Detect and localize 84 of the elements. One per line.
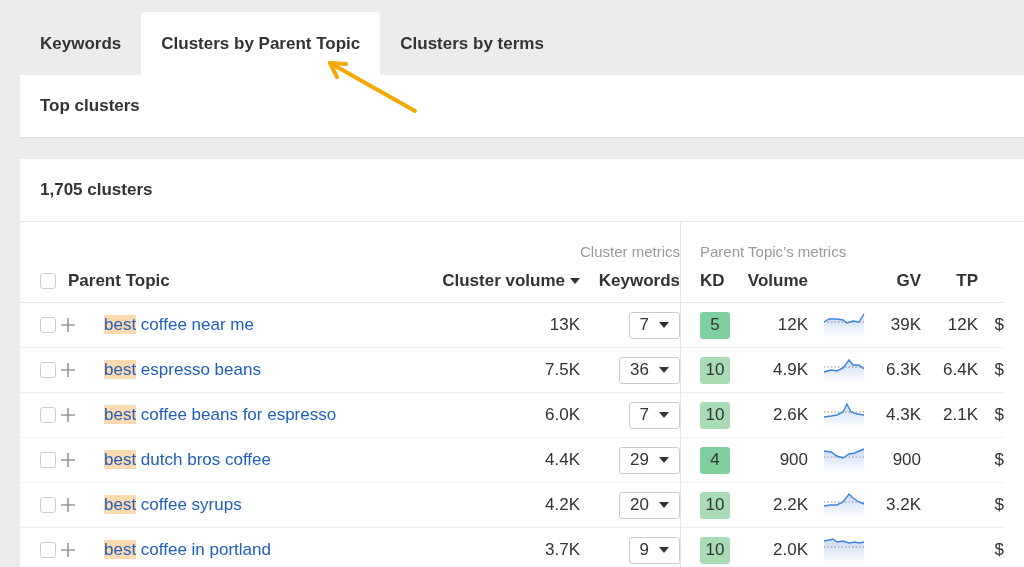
table-cell: $ — [994, 540, 1004, 560]
table-cell: 3.2K — [886, 495, 921, 515]
table-cell: 2.2K — [773, 495, 808, 515]
column-header[interactable]: KD — [700, 271, 725, 291]
checkbox[interactable] — [40, 452, 56, 468]
sparkline — [823, 357, 865, 383]
column-header[interactable]: GV — [896, 271, 921, 291]
checkbox[interactable] — [40, 362, 56, 378]
caret-icon — [659, 412, 669, 418]
table-cell: $ — [994, 315, 1004, 335]
checkbox[interactable] — [40, 317, 56, 333]
table-cell: 3.7K — [545, 540, 580, 560]
difficulty-badge: 5 — [700, 311, 730, 339]
table-cell: 4.3K — [886, 405, 921, 425]
table-cell: 900 — [779, 450, 808, 470]
column-header[interactable]: Cluster volume — [442, 271, 580, 291]
table-cell: 39K — [890, 315, 921, 335]
panel-title: Top clusters — [40, 96, 140, 116]
sparkline — [823, 312, 865, 338]
sparkline — [823, 447, 865, 473]
caret-icon — [659, 367, 669, 373]
difficulty-badge: 10 — [700, 536, 730, 564]
tab[interactable]: Clusters by terms — [380, 12, 564, 75]
topic-link[interactable]: best coffee in portland — [104, 540, 271, 560]
checkbox[interactable] — [40, 273, 56, 289]
topic-link[interactable]: best coffee beans for espresso — [104, 405, 337, 425]
add-icon[interactable] — [60, 407, 76, 423]
add-icon[interactable] — [60, 362, 76, 378]
column-header[interactable]: Volume — [747, 271, 808, 291]
table-cell: $ — [994, 495, 1004, 515]
keywords-dropdown[interactable]: 20 — [619, 491, 680, 519]
table-cell: 13K — [549, 315, 580, 335]
table-cell: $ — [994, 450, 1004, 470]
checkbox[interactable] — [40, 542, 56, 558]
table-cell: 6.4K — [943, 360, 978, 380]
table-cell: 4.4K — [545, 450, 580, 470]
checkbox[interactable] — [40, 497, 56, 513]
keywords-dropdown[interactable]: 36 — [619, 356, 680, 384]
difficulty-badge: 10 — [700, 491, 730, 519]
column-header[interactable]: Keywords — [598, 271, 680, 291]
table-cell: 6.0K — [545, 405, 580, 425]
caret-icon — [659, 547, 669, 553]
caret-icon — [659, 322, 669, 328]
add-icon[interactable] — [60, 317, 76, 333]
topic-link[interactable]: best coffee syrups — [104, 495, 242, 515]
table-cell: 4.9K — [773, 360, 808, 380]
table-cell: 2.0K — [773, 540, 808, 560]
table-cell: 6.3K — [886, 360, 921, 380]
tab[interactable]: Keywords — [20, 12, 142, 75]
keywords-dropdown[interactable]: 7 — [628, 311, 680, 339]
table-cell: 7.5K — [545, 360, 580, 380]
topic-link[interactable]: best coffee near me — [104, 315, 254, 335]
add-icon[interactable] — [60, 497, 76, 513]
table-cell: $ — [994, 360, 1004, 380]
add-icon[interactable] — [60, 452, 76, 468]
difficulty-badge: 10 — [700, 356, 730, 384]
table-cell: 12K — [777, 315, 808, 335]
table-cell: $ — [994, 405, 1004, 425]
table-cell: 900 — [892, 450, 921, 470]
column-header[interactable]: TP — [956, 271, 978, 291]
caret-icon — [659, 502, 669, 508]
cluster-count: 1,705 clusters — [20, 159, 1024, 222]
difficulty-badge: 4 — [700, 446, 730, 474]
column-header[interactable]: Parent Topic — [68, 271, 170, 291]
table-cell: 12K — [947, 315, 978, 335]
group-label: Cluster metrics — [580, 243, 680, 260]
keywords-dropdown[interactable]: 7 — [628, 401, 680, 429]
sparkline — [823, 402, 865, 428]
tab[interactable]: Clusters by Parent Topic — [141, 12, 381, 75]
topic-link[interactable]: best dutch bros coffee — [104, 450, 271, 470]
sparkline — [823, 537, 865, 563]
checkbox[interactable] — [40, 407, 56, 423]
difficulty-badge: 10 — [700, 401, 730, 429]
keywords-dropdown[interactable]: 9 — [628, 536, 680, 564]
table-cell: 2.6K — [773, 405, 808, 425]
table-cell: 2.1K — [943, 405, 978, 425]
add-icon[interactable] — [60, 542, 76, 558]
table-cell: 4.2K — [545, 495, 580, 515]
group-label: Parent Topic’s metrics — [700, 243, 847, 260]
sparkline — [823, 492, 865, 518]
sort-caret-icon — [570, 278, 580, 284]
topic-link[interactable]: best espresso beans — [104, 360, 261, 380]
caret-icon — [659, 457, 669, 463]
keywords-dropdown[interactable]: 29 — [619, 446, 680, 474]
